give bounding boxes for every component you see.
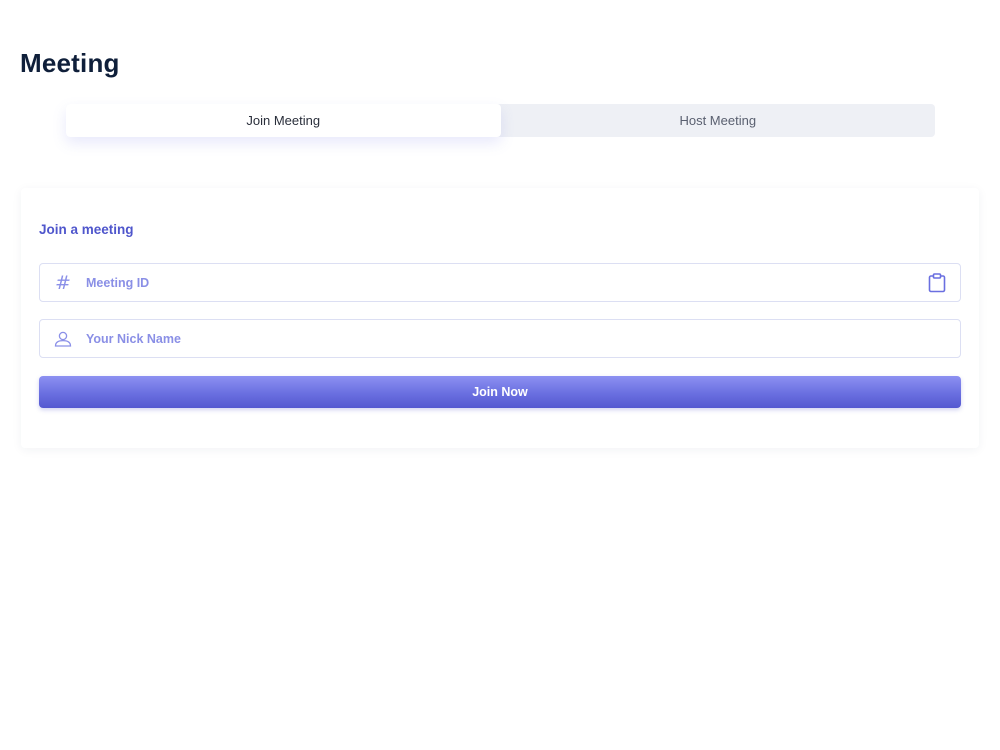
- meeting-page: Meeting Join Meeting Host Meeting Join a…: [0, 0, 1000, 750]
- tab-host-meeting-label: Host Meeting: [679, 113, 757, 128]
- join-meeting-card: Join a meeting # Join Now: [21, 188, 979, 448]
- nickname-field: [39, 319, 961, 358]
- tab-host-meeting[interactable]: Host Meeting: [501, 104, 936, 137]
- meeting-id-field: #: [39, 263, 961, 302]
- clipboard-icon[interactable]: [914, 272, 960, 293]
- tab-join-meeting-label: Join Meeting: [246, 113, 321, 128]
- join-card-title: Join a meeting: [39, 222, 134, 237]
- nickname-input[interactable]: [86, 320, 960, 357]
- page-title: Meeting: [20, 48, 120, 78]
- tab-join-meeting[interactable]: Join Meeting: [66, 104, 501, 137]
- meeting-tabs: Join Meeting Host Meeting: [66, 104, 935, 137]
- hash-icon: #: [55, 271, 71, 294]
- user-icon: [40, 331, 86, 347]
- join-now-button[interactable]: Join Now: [39, 376, 961, 408]
- meeting-id-input[interactable]: [86, 264, 914, 301]
